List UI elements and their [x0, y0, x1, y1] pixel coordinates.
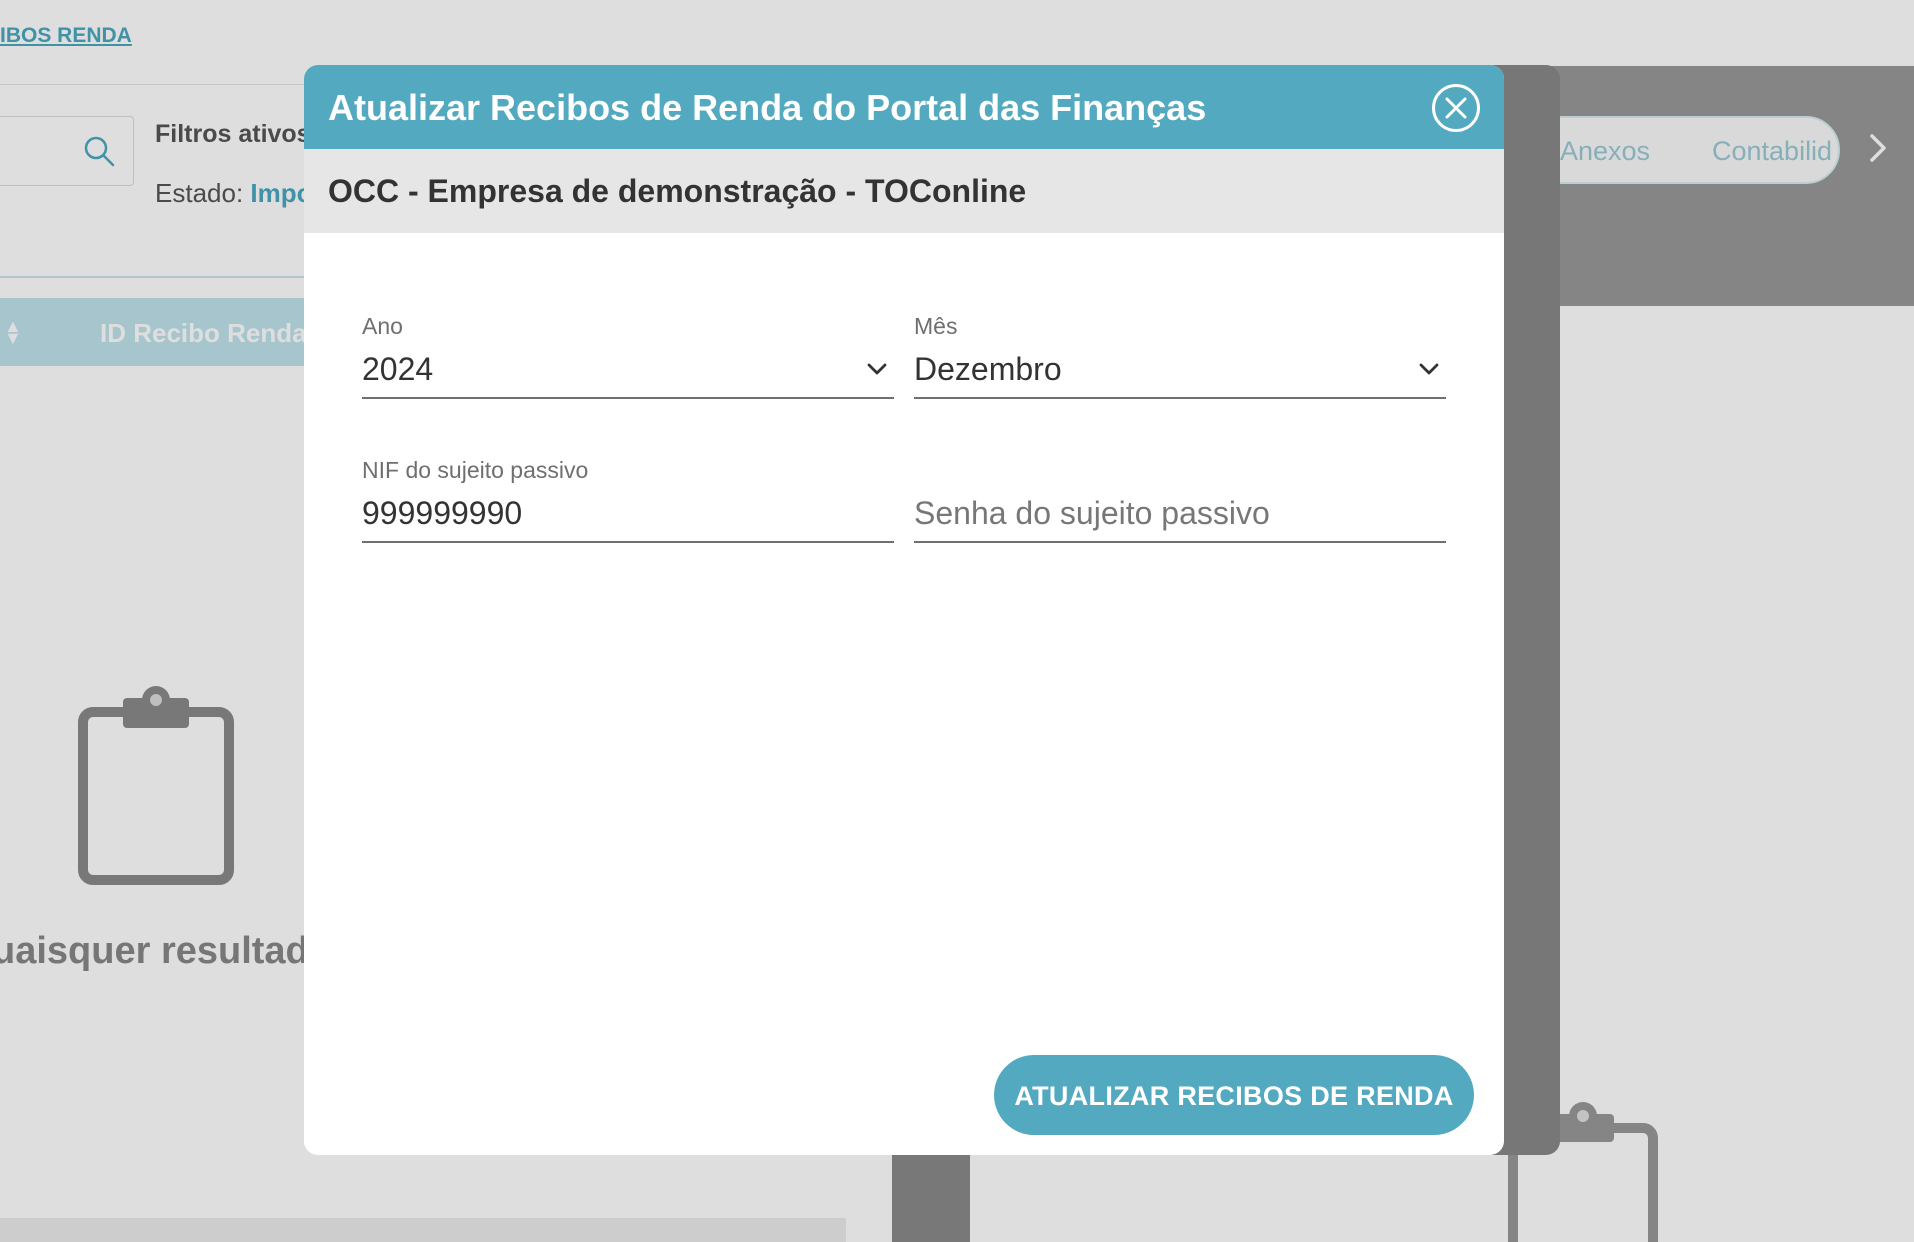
nif-value: 999999990 [362, 495, 523, 531]
chevron-down-icon [867, 363, 887, 375]
nif-label: NIF do sujeito passivo [362, 457, 589, 483]
company-name: OCC - Empresa de demonstração - TOConlin… [328, 173, 1027, 209]
password-input[interactable]: Senha do sujeito passivo [914, 491, 1446, 543]
password-placeholder: Senha do sujeito passivo [914, 495, 1270, 531]
nif-field: NIF do sujeito passivo 999999990 [362, 457, 894, 543]
nif-input[interactable]: 999999990 [362, 491, 894, 543]
year-label: Ano [362, 313, 403, 339]
update-receipts-button-label: ATUALIZAR RECIBOS DE RENDA [1014, 1081, 1454, 1111]
modal-title: Atualizar Recibos de Renda do Portal das… [328, 87, 1207, 128]
password-field: Senha do sujeito passivo [914, 457, 1446, 543]
company-bar: OCC - Empresa de demonstração - TOConlin… [304, 149, 1504, 233]
month-label: Mês [914, 313, 958, 339]
year-select[interactable]: 2024 [362, 347, 894, 399]
month-field: Mês Dezembro [914, 313, 1446, 399]
update-receipts-dialog: Atualizar Recibos de Renda do Portal das… [304, 65, 1504, 1155]
year-value: 2024 [362, 351, 434, 387]
month-select[interactable]: Dezembro [914, 347, 1446, 399]
chevron-down-icon [1419, 363, 1439, 375]
modal-header: Atualizar Recibos de Renda do Portal das… [304, 65, 1504, 149]
update-receipts-button[interactable]: ATUALIZAR RECIBOS DE RENDA [994, 1055, 1474, 1135]
close-button[interactable] [1432, 84, 1480, 132]
year-field: Ano 2024 [362, 313, 894, 399]
close-icon [1445, 97, 1467, 119]
month-value: Dezembro [914, 351, 1062, 387]
